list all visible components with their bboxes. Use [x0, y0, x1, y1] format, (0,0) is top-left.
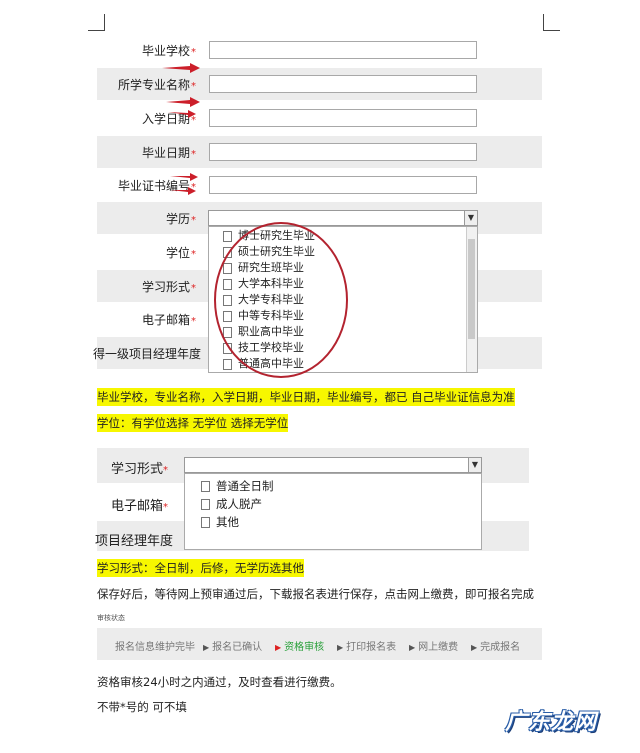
note-highlight-2: 学位：有学位选择 无学位 选择无学位	[97, 414, 289, 432]
school-input[interactable]	[209, 41, 477, 59]
step-info-maintained: 报名信息维护完毕	[115, 642, 195, 653]
email-label: 电子邮箱*	[141, 313, 196, 327]
form2-email-label: 电子邮箱*	[111, 499, 169, 514]
study-mode-option[interactable]: 其他	[201, 514, 239, 530]
pm-year-label: 得一级项目经理年度	[93, 347, 202, 361]
form2-pm-year-label: 项目经理年度	[95, 534, 174, 549]
triangle-right-icon: ▶	[275, 643, 282, 652]
triangle-right-icon: ▶	[471, 643, 478, 652]
step-online-payment: ▶ 网上缴费	[409, 642, 459, 653]
step-complete: ▶ 完成报名	[471, 642, 521, 653]
chevron-down-icon[interactable]: ▼	[464, 211, 477, 225]
step-confirmed: ▶ 报名已确认	[203, 642, 263, 653]
note-highlight-3: 学习形式：全日制，后修，无学历选其他	[97, 559, 304, 577]
note-highlight-1: 毕业学校，专业名称，入学日期，毕业日期，毕业编号，都已 自己毕业证信息为准	[97, 388, 515, 406]
degree-label: 学位*	[165, 246, 196, 260]
page-corner-mark-left	[88, 14, 105, 31]
arrow-5	[170, 187, 196, 195]
enroll-date-input[interactable]	[209, 109, 477, 127]
scrollbar-thumb[interactable]	[468, 239, 475, 339]
cert-number-input[interactable]	[209, 176, 477, 194]
document-icon	[223, 358, 232, 370]
arrow-1	[162, 63, 200, 73]
major-input[interactable]	[209, 75, 477, 93]
note-optional-fields: 不带*号的 可不填	[97, 700, 187, 714]
red-circle-annotation	[214, 222, 348, 378]
triangle-right-icon: ▶	[203, 643, 210, 652]
study-mode-label: 学习形式*	[141, 280, 196, 294]
dropdown-scrollbar[interactable]	[466, 227, 477, 372]
education-select[interactable]: ▼	[208, 210, 478, 226]
grad-date-input[interactable]	[209, 143, 477, 161]
step-print-form: ▶ 打印报名表	[337, 642, 397, 653]
chevron-down-icon[interactable]: ▼	[468, 458, 481, 472]
step-qualification-review: ▶ 资格审核	[275, 642, 325, 653]
study-mode-select[interactable]: ▼	[184, 457, 482, 473]
school-label: 毕业学校*	[141, 44, 196, 58]
note-save-instructions: 保存好后，等待网上预审通过后，下载报名表进行保存，点击网上缴费，即可报名完成	[97, 587, 534, 601]
arrow-4	[170, 173, 198, 181]
document-icon	[201, 481, 210, 492]
registration-step-bar: 报名信息维护完毕 ▶ 报名已确认 ▶ 资格审核 ▶ 打印报名表 ▶ 网上缴费 ▶ 完成报名	[97, 628, 542, 660]
arrow-2	[166, 97, 200, 107]
education-label: 学历*	[165, 212, 196, 226]
study-mode-option[interactable]: 成人脱产	[201, 496, 262, 512]
document-icon	[223, 230, 232, 242]
document-icon	[201, 499, 210, 510]
status-small-label: 审核状态	[97, 614, 125, 622]
watermark-logo: 广东龙网	[505, 710, 598, 735]
document-icon	[201, 517, 210, 528]
note-review-time: 资格审核24小时之内通过，及时查看进行缴费。	[97, 675, 342, 689]
triangle-right-icon: ▶	[337, 643, 344, 652]
red-arrows	[162, 63, 200, 195]
arrow-3	[168, 110, 196, 118]
page-corner-mark-right	[543, 14, 560, 31]
triangle-right-icon: ▶	[409, 643, 416, 652]
study-mode-option[interactable]: 普通全日制	[201, 478, 274, 494]
study-mode-dropdown-list: 普通全日制 成人脱产 其他	[184, 473, 482, 550]
form2-study-mode-label: 学习形式*	[111, 462, 169, 477]
